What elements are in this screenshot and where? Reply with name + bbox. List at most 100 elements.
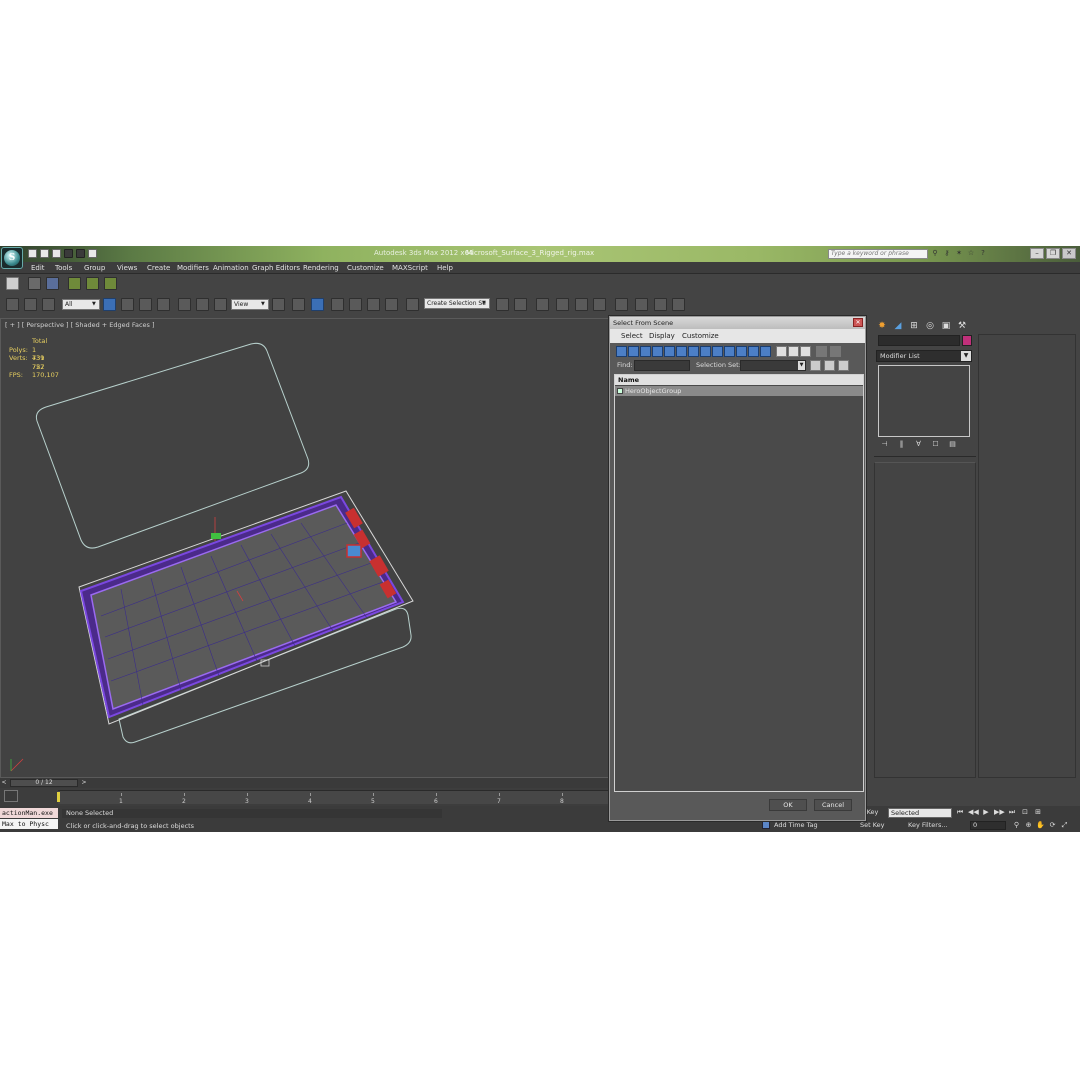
modifier-stack[interactable] (878, 365, 970, 437)
set-key-button[interactable]: Set Key (860, 821, 885, 829)
open-file-icon[interactable] (40, 249, 49, 258)
select-by-name-icon[interactable] (121, 298, 134, 311)
display-hidden-icon[interactable] (760, 346, 771, 357)
render-setup-icon[interactable] (635, 298, 648, 311)
modifier-list-dropdown[interactable]: Modifier List ▼ (876, 350, 972, 362)
menu-edit[interactable]: Edit (31, 264, 45, 272)
display-containers-icon[interactable] (736, 346, 747, 357)
scene-explorer-icon[interactable] (46, 277, 59, 290)
modify-tab-icon[interactable]: ◢ (892, 320, 904, 332)
utilities-tab-icon[interactable]: ⚒ (956, 320, 968, 332)
dialog-menu-customize[interactable]: Customize (682, 332, 719, 340)
dialog-title[interactable]: Select From Scene (610, 317, 865, 329)
project-folder-icon[interactable] (88, 249, 97, 258)
percent-snap-toggle-icon[interactable] (367, 298, 380, 311)
menu-rendering[interactable]: Rendering (303, 264, 339, 272)
menu-graph-editors[interactable]: Graph Editors (252, 264, 300, 272)
redo-icon[interactable] (76, 249, 85, 258)
hierarchy-tab-icon[interactable]: ⊞ (908, 320, 920, 332)
unlink-icon[interactable] (24, 298, 37, 311)
make-unique-icon[interactable]: ∀ (914, 440, 923, 449)
percent-snap-icon[interactable] (104, 277, 117, 290)
remove-modifier-icon[interactable]: ☐ (931, 440, 940, 449)
show-end-result-icon[interactable]: ‖ (897, 440, 906, 449)
menu-group[interactable]: Group (84, 264, 105, 272)
maximize-button[interactable]: ❐ (1046, 248, 1060, 259)
window-crossing-icon[interactable] (157, 298, 170, 311)
add-time-tag[interactable]: Add Time Tag (762, 821, 818, 829)
dialog-menu-display[interactable]: Display (649, 332, 675, 340)
find-input[interactable] (634, 360, 690, 371)
key-mode-toggle-icon[interactable]: ⊡ (1020, 808, 1030, 817)
layer-manager-icon[interactable] (536, 298, 549, 311)
subscription-icon[interactable]: ✶ (955, 249, 963, 258)
current-frame-field[interactable]: 0 (970, 821, 1006, 830)
scene-object-list[interactable]: Name HeroObjectGroup (614, 374, 864, 792)
display-tab-icon[interactable]: ▣ (940, 320, 952, 332)
menu-customize[interactable]: Customize (347, 264, 384, 272)
snaps-toggle-icon[interactable] (331, 298, 344, 311)
display-groups-icon[interactable] (700, 346, 711, 357)
display-space-warps-icon[interactable] (688, 346, 699, 357)
pivot-center-icon[interactable] (272, 298, 285, 311)
go-to-start-icon[interactable]: ⏮ (955, 808, 965, 817)
object-color-swatch[interactable] (962, 335, 972, 346)
previous-frame-icon[interactable]: < (0, 779, 8, 787)
menu-views[interactable]: Views (117, 264, 137, 272)
next-frame-icon[interactable]: > (80, 779, 88, 787)
close-button[interactable]: ✕ (1062, 248, 1076, 259)
rotate-icon[interactable] (196, 298, 209, 311)
angle-snap-icon[interactable] (86, 277, 99, 290)
display-xrefs-icon[interactable] (712, 346, 723, 357)
time-slider-thumb[interactable]: 0 / 12 (10, 779, 78, 787)
selection-set-highlight-icon[interactable] (838, 360, 849, 371)
menu-help[interactable]: Help (437, 264, 453, 272)
select-none-icon[interactable] (788, 346, 799, 357)
material-editor-icon[interactable] (615, 298, 628, 311)
selection-set-remove-icon[interactable] (824, 360, 835, 371)
display-bones-icon[interactable] (724, 346, 735, 357)
undo-icon[interactable] (64, 249, 73, 258)
help-search-input[interactable]: Type a keyword or phrase (828, 249, 928, 259)
reference-coordinate-dropdown[interactable]: View ▼ (231, 299, 269, 310)
select-all-icon[interactable] (776, 346, 787, 357)
perspective-viewport[interactable]: [ + ] [ Perspective ] [ Shaded + Edged F… (0, 318, 609, 778)
viewport-label[interactable]: [ + ] [ Perspective ] [ Shaded + Edged F… (5, 321, 155, 329)
help-icon[interactable]: ? (979, 249, 987, 258)
key-icon[interactable]: ⚷ (943, 249, 951, 258)
selection-set-add-icon[interactable] (810, 360, 821, 371)
mirror-icon[interactable] (496, 298, 509, 311)
minimize-button[interactable]: – (1030, 248, 1044, 259)
sync-selection-icon[interactable] (830, 346, 841, 357)
key-filters-button[interactable]: Key Filters... (908, 821, 948, 829)
configure-sets-icon[interactable]: ▤ (948, 440, 957, 449)
graphite-tools-icon[interactable] (556, 298, 569, 311)
list-item[interactable]: HeroObjectGroup (615, 386, 863, 396)
filter-icon[interactable] (816, 346, 827, 357)
binoculars-icon[interactable]: ⚲ (931, 249, 939, 258)
spinner-snap-icon[interactable] (385, 298, 398, 311)
menu-tools[interactable]: Tools (55, 264, 72, 272)
dialog-menu-select[interactable]: Select (621, 332, 643, 340)
display-frozen-icon[interactable] (748, 346, 759, 357)
display-helpers-icon[interactable] (676, 346, 687, 357)
schematic-view-icon[interactable] (593, 298, 606, 311)
render-production-icon[interactable] (672, 298, 685, 311)
zoom-all-icon[interactable]: ⊕ (1024, 821, 1033, 830)
go-to-end-icon[interactable]: ⏭ (1007, 808, 1017, 817)
maxscript-listener-line1[interactable]: actionMan.exe (0, 808, 58, 818)
mini-curve-editor-icon[interactable] (4, 790, 18, 802)
container-icon[interactable] (6, 277, 19, 290)
object-name-field[interactable] (878, 335, 960, 346)
motion-tab-icon[interactable]: ◎ (924, 320, 936, 332)
dialog-close-button[interactable]: ✕ (853, 318, 863, 327)
edit-named-selection-icon[interactable] (406, 298, 419, 311)
keyboard-shortcut-override-icon[interactable] (311, 298, 324, 311)
select-link-icon[interactable] (6, 298, 19, 311)
scale-icon[interactable] (214, 298, 227, 311)
zoom-icon[interactable]: ⚲ (1012, 821, 1021, 830)
curve-editor-icon[interactable] (575, 298, 588, 311)
invert-selection-icon[interactable] (800, 346, 811, 357)
move-icon[interactable] (178, 298, 191, 311)
select-object-icon[interactable] (103, 298, 116, 311)
